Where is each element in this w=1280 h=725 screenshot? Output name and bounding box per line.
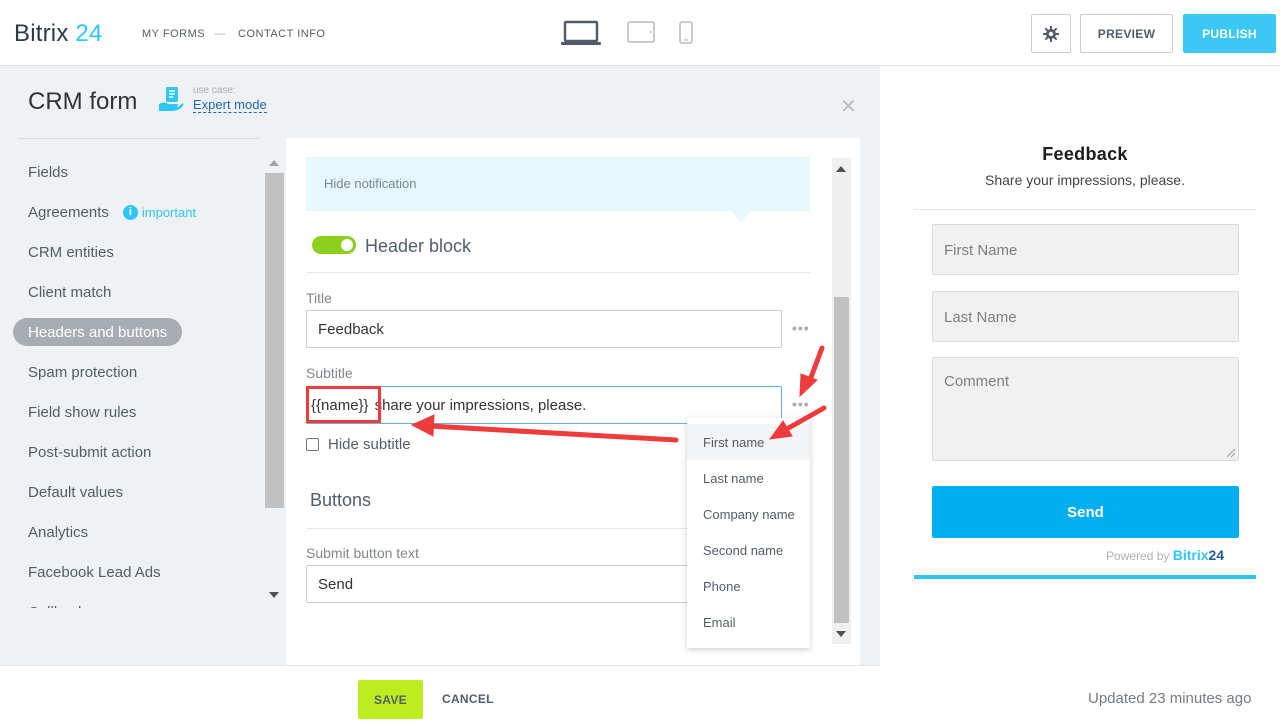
hide-subtitle-label[interactable]: Hide subtitle xyxy=(328,436,411,453)
breadcrumb-contact-info[interactable]: CONTACT INFO xyxy=(238,28,325,40)
dropdown-item-company-name[interactable]: Company name xyxy=(687,496,810,532)
sidebar-item-agreements[interactable]: Agreements i important xyxy=(13,198,196,226)
title-input[interactable]: Feedback xyxy=(306,310,782,348)
preview-divider xyxy=(914,209,1256,210)
powered-by[interactable]: Powered by Bitrix24 xyxy=(1106,547,1224,563)
subtitle-insert-menu-icon[interactable]: ••• xyxy=(792,396,810,412)
preview-button[interactable]: PREVIEW xyxy=(1080,14,1173,53)
dropdown-item-email[interactable]: Email xyxy=(687,604,810,640)
preview-subtitle: Share your impressions, please. xyxy=(985,172,1185,188)
close-icon[interactable]: ✕ xyxy=(840,94,857,119)
logo-text: Bitrix xyxy=(14,20,69,47)
resize-handle-icon[interactable] xyxy=(1226,448,1236,458)
preview-comment-field[interactable]: Comment xyxy=(932,357,1239,461)
sidebar-item-analytics[interactable]: Analytics xyxy=(13,518,88,546)
badge-label: important xyxy=(141,204,197,220)
breadcrumb-my-forms[interactable]: MY FORMS xyxy=(142,28,205,40)
usecase-label: use case: xyxy=(193,85,236,96)
desktop-view-icon[interactable] xyxy=(561,20,601,47)
hide-subtitle-checkbox[interactable] xyxy=(306,438,319,451)
sidebar-item-post-submit-action[interactable]: Post-submit action xyxy=(13,438,151,466)
dropdown-item-second-name[interactable]: Second name xyxy=(687,532,810,568)
gear-icon xyxy=(1043,25,1059,42)
title-insert-menu-icon[interactable]: ••• xyxy=(792,320,810,336)
scroll-down-arrow[interactable] xyxy=(836,631,846,637)
dropdown-item-last-name[interactable]: Last name xyxy=(687,460,810,496)
sidebar-item-default-values[interactable]: Default values xyxy=(13,478,123,506)
important-badge[interactable]: i important xyxy=(122,204,197,220)
sidebar-item-fields[interactable]: Fields xyxy=(13,158,68,186)
hide-notification-link[interactable]: Hide notification xyxy=(324,176,417,191)
scroll-down-arrow[interactable] xyxy=(269,592,279,598)
save-button[interactable]: SAVE xyxy=(358,680,423,719)
sidebar-item-client-match[interactable]: Client match xyxy=(13,278,111,306)
breadcrumb-separator: — xyxy=(214,28,226,40)
buttons-heading: Buttons xyxy=(310,490,372,510)
section-divider xyxy=(306,272,810,273)
preview-accent-bar xyxy=(914,575,1256,579)
scroll-up-arrow[interactable] xyxy=(269,160,279,166)
sidebar-item-spam-protection[interactable]: Spam protection xyxy=(13,358,137,386)
header-block-toggle[interactable] xyxy=(312,236,356,254)
dropdown-item-first-name[interactable]: First name xyxy=(687,424,810,460)
sidebar-nav: Fields Agreements i important CRM entitie… xyxy=(13,152,263,608)
cancel-button[interactable]: CANCEL xyxy=(442,692,494,706)
sidebar-item-callback[interactable]: Callback xyxy=(13,598,86,609)
info-icon: i xyxy=(122,204,138,220)
usecase-expert-mode-link[interactable]: Expert mode xyxy=(193,98,267,113)
preview-send-button[interactable]: Send xyxy=(932,486,1239,538)
updated-status: Updated 23 minutes ago xyxy=(1088,690,1252,707)
title-divider xyxy=(18,138,260,139)
title-label: Title xyxy=(306,290,332,306)
preview-last-name-field[interactable]: Last Name xyxy=(932,291,1239,342)
settings-button[interactable] xyxy=(1031,14,1071,53)
tablet-view-icon[interactable] xyxy=(627,21,655,43)
powered-by-label: Powered by xyxy=(1106,549,1170,563)
scrollbar-thumb[interactable] xyxy=(834,297,849,623)
editor-scrollbar[interactable] xyxy=(832,158,851,644)
panel-title: CRM form xyxy=(28,88,138,115)
dropdown-item-phone[interactable]: Phone xyxy=(687,568,810,604)
bitrix24-logo[interactable]: Bitrix 24 xyxy=(14,20,103,48)
sidebar-item-headers-and-buttons[interactable]: Headers and buttons xyxy=(13,318,183,346)
powered-by-brand: Bitrix24 xyxy=(1173,547,1224,563)
toggle-knob xyxy=(341,239,353,251)
bottom-action-bar xyxy=(0,665,880,725)
preview-title: Feedback xyxy=(1042,144,1128,164)
sidebar-item-facebook-lead-ads[interactable]: Facebook Lead Ads xyxy=(13,558,161,586)
scrollbar-thumb[interactable] xyxy=(265,173,284,508)
subtitle-text: share your impressions, please. xyxy=(374,396,587,414)
hand-document-icon xyxy=(159,87,184,111)
preview-first-name-field[interactable]: First Name xyxy=(932,224,1239,275)
sidebar-item-crm-entities[interactable]: CRM entities xyxy=(13,238,114,266)
submit-button-text-label: Submit button text xyxy=(306,545,419,561)
mobile-view-icon[interactable] xyxy=(679,21,693,44)
brand-num: 24 xyxy=(1208,547,1225,563)
sidebar-item-field-show-rules[interactable]: Field show rules xyxy=(13,398,136,426)
notification-tail xyxy=(731,211,751,222)
scroll-up-arrow[interactable] xyxy=(836,166,846,172)
sidebar-scrollbar[interactable] xyxy=(265,156,284,606)
sidebar-item-label: Agreements xyxy=(28,203,109,221)
publish-button[interactable]: PUBLISH xyxy=(1183,14,1276,53)
header-block-heading: Header block xyxy=(365,236,472,256)
token-highlight-box xyxy=(306,386,381,423)
logo-num: 24 xyxy=(75,20,103,47)
subtitle-label: Subtitle xyxy=(306,365,353,381)
field-token-dropdown: First name Last name Company name Second… xyxy=(687,418,810,648)
brand-text: Bitrix xyxy=(1172,547,1209,563)
